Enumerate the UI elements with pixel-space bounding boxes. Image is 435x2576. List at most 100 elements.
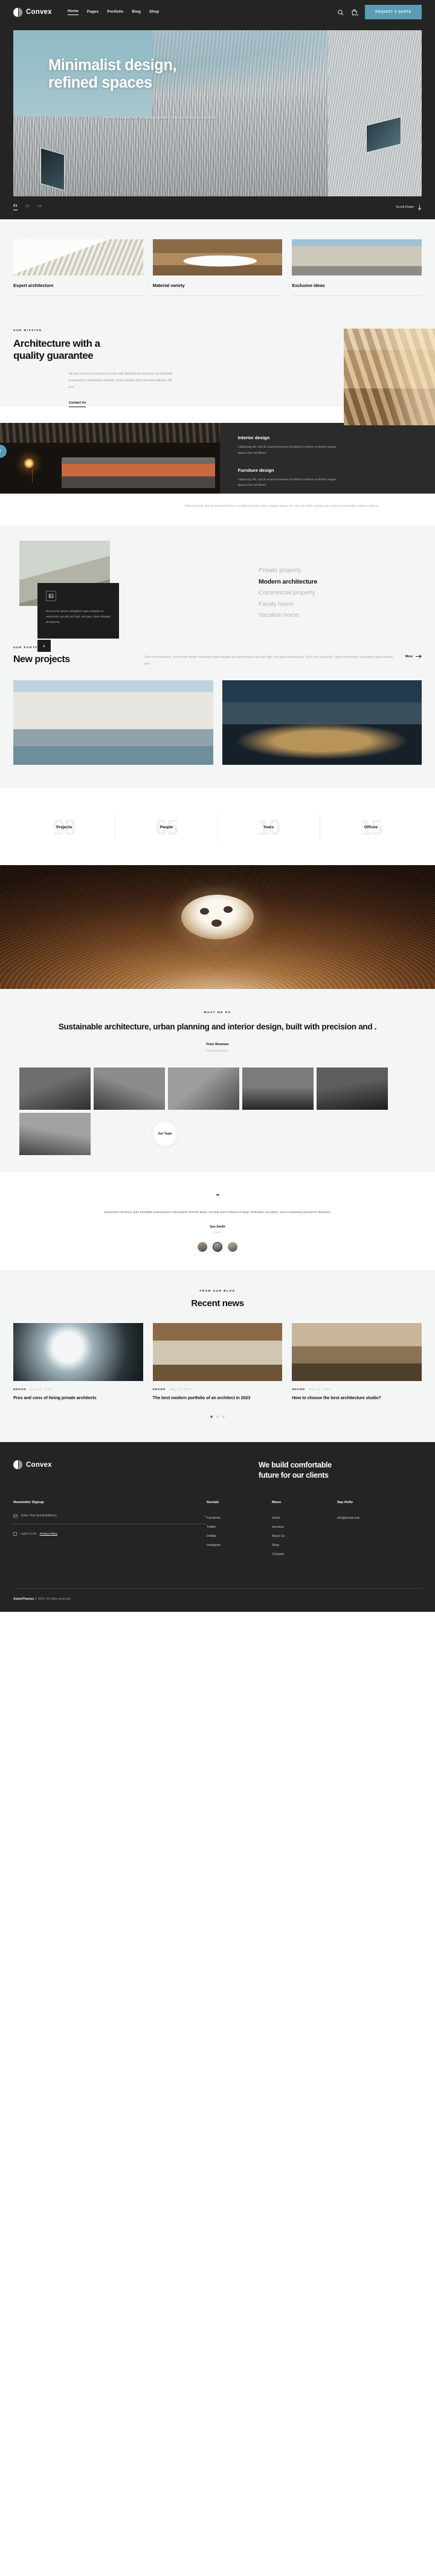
team-member-photo[interactable]	[19, 1067, 91, 1110]
team-member-photo[interactable]	[317, 1067, 388, 1110]
blog-eyebrow: FROM OUR BLOG	[199, 1289, 236, 1293]
nav-item-blog[interactable]: Blog	[132, 10, 141, 15]
expand-button[interactable]: +	[37, 640, 51, 652]
footer-link-dribble[interactable]: Dribble	[207, 1532, 272, 1541]
footer-link-facebook[interactable]: Facebook	[207, 1514, 272, 1523]
carousel-dot[interactable]	[222, 1415, 225, 1418]
our-team-badge[interactable]: Our Team	[153, 1122, 177, 1146]
footer-link-twitter[interactable]: Twitter	[207, 1523, 272, 1532]
portfolio-item[interactable]	[222, 680, 422, 765]
scroll-down-label: Scroll Down	[396, 205, 414, 209]
feature-title: Material variety	[152, 283, 185, 288]
arch-item-family-home[interactable]: Family home	[259, 599, 422, 610]
hero-section: Minimalist design, refined spaces Archit…	[0, 24, 435, 196]
blog-post-image	[13, 1323, 143, 1382]
header-actions: REQUEST A QUOTE	[337, 5, 422, 19]
scroll-down-button[interactable]: Scroll Down	[396, 204, 422, 210]
service-item[interactable]: Furniture design Adipiscing elit, sed do…	[238, 468, 422, 489]
blog-post-meta: DESIGN May 24, 2023	[13, 1388, 143, 1391]
mission-paragraph: At vero eos et accusamus et iusto odio d…	[69, 372, 173, 390]
stat-label: Years	[263, 825, 274, 830]
avatar[interactable]	[213, 1242, 222, 1252]
blog-post-date: May 24, 2023	[30, 1388, 52, 1391]
privacy-policy-link[interactable]: Privacy Policy	[40, 1532, 57, 1535]
carousel-dot[interactable]	[210, 1415, 213, 1418]
divider	[152, 295, 283, 296]
blog-grid: DESIGN May 24, 2023 Pros and cons of hir…	[13, 1323, 422, 1401]
hero-copy: Minimalist design, refined spaces Archit…	[48, 57, 290, 121]
footer-link-shop[interactable]: Shop	[272, 1541, 337, 1550]
feature-card[interactable]: Expert architecture	[13, 239, 143, 296]
hero-window	[40, 147, 65, 191]
stat-item: 10 Years	[217, 814, 320, 841]
arch-item-commercial-property[interactable]: Commercial property	[259, 587, 422, 598]
mission-title-line1: Architecture with a	[13, 338, 100, 349]
copyright-brand: AxiomThemes	[13, 1597, 34, 1602]
hero-building-right	[327, 30, 422, 196]
service-item[interactable]: Interior design Adipiscing elit, sed do …	[238, 435, 422, 456]
footer-column-menu: Menu Home Services About Us Shop Contact…	[272, 1501, 337, 1559]
what-we-do-section: WHAT WE DO Sustainable architecture, urb…	[0, 988, 435, 1172]
feature-card[interactable]: Exclusive ideas	[292, 239, 422, 296]
hero-pagination: 01 02 03	[13, 204, 42, 210]
hero-slide-02[interactable]: 02	[25, 205, 30, 210]
footer-link-instagram[interactable]: Instagram	[207, 1541, 272, 1550]
nav-item-shop[interactable]: Shop	[149, 10, 159, 15]
blog-post-card[interactable]: DESIGN May 24, 2023 How to choose the be…	[292, 1323, 422, 1401]
nav-item-portfolio[interactable]: Portfolio	[107, 10, 123, 15]
services-split: 1 Interior design Adipiscing elit, sed d…	[0, 423, 435, 494]
stats-section: 98 Projects 65 People 10 Years 15 Office…	[0, 787, 435, 865]
service-title: Interior design	[237, 435, 270, 441]
footer-link-services[interactable]: Services	[272, 1523, 337, 1532]
carousel-dot[interactable]	[216, 1415, 219, 1418]
portfolio-heading-group: OUR PORTFOLIO New projects	[13, 646, 133, 665]
hero-slide-01[interactable]: 01	[13, 204, 18, 210]
hero-controls: 01 02 03 Scroll Down	[0, 196, 435, 219]
portfolio-grid	[13, 680, 422, 765]
team-member-photo[interactable]	[242, 1067, 314, 1110]
request-quote-button[interactable]: REQUEST A QUOTE	[365, 5, 422, 19]
footer-link-home[interactable]: Home	[272, 1514, 337, 1523]
blog-post-card[interactable]: DESIGN May 24, 2023 Pros and cons of hir…	[13, 1323, 143, 1401]
team-member-photo[interactable]	[168, 1067, 239, 1110]
stat-item: 15 Offices	[319, 814, 422, 841]
main-nav: Home Pages Portfolio Blog Shop	[67, 9, 160, 15]
hero-slide-03[interactable]: 03	[37, 205, 42, 210]
footer-link-contacts[interactable]: Contacts	[272, 1550, 337, 1559]
mission-section: OUR MISSION Architecture with a quality …	[0, 314, 435, 425]
email-field[interactable]	[21, 1514, 199, 1518]
portfolio-section: OUR PORTFOLIO New projects Dicta sunt ex…	[0, 628, 435, 788]
feature-card[interactable]: Material variety	[152, 239, 283, 296]
blog-post-card[interactable]: DESIGN May 24, 2023 The best modern port…	[152, 1323, 283, 1401]
arch-item-vacation-home[interactable]: Vacation home	[259, 610, 422, 620]
contact-us-link[interactable]: Contact Us	[69, 401, 86, 408]
wwd-eyebrow: WHAT WE DO	[204, 1010, 231, 1014]
arch-item-modern-architecture[interactable]: Modern architecture	[259, 576, 422, 587]
footer-brand[interactable]: Convex	[13, 1460, 52, 1470]
footer-link-about-us[interactable]: About Us	[272, 1532, 337, 1541]
hero-subtitle: Architecto beatae vitae dicta sunt expli…	[104, 116, 217, 120]
team-member-photo[interactable]	[94, 1067, 165, 1110]
blog-post-category: DESIGN	[13, 1388, 27, 1391]
search-icon[interactable]	[337, 9, 344, 16]
blog-post-date: May 24, 2023	[169, 1388, 192, 1391]
arch-item-private-property[interactable]: Private property	[259, 565, 422, 576]
features-section: Expert architecture Material variety Exc…	[0, 219, 435, 314]
avatar[interactable]	[228, 1242, 237, 1252]
consent-checkbox[interactable]	[13, 1531, 17, 1536]
brand-logo[interactable]: Convex	[13, 7, 52, 17]
team-member-photo[interactable]	[19, 1113, 91, 1155]
portfolio-item[interactable]	[13, 680, 213, 765]
arrow-right-icon[interactable]: →	[202, 1514, 207, 1518]
divider	[13, 295, 143, 296]
testimonial-avatars	[13, 1242, 422, 1252]
image-icon	[46, 591, 56, 602]
blog-carousel-dots	[13, 1415, 422, 1418]
testimonial-role: Client	[213, 1231, 222, 1235]
footer-email[interactable]: info@email.com	[337, 1514, 402, 1523]
avatar[interactable]	[198, 1242, 207, 1252]
cart-icon[interactable]	[351, 8, 359, 16]
portfolio-more-button[interactable]: More	[405, 646, 422, 659]
nav-item-pages[interactable]: Pages	[87, 10, 98, 15]
nav-item-home[interactable]: Home	[67, 9, 79, 15]
